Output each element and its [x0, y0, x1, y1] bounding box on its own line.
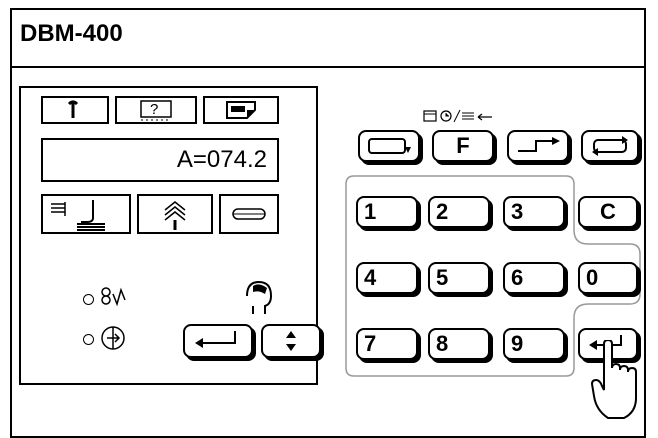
key-2[interactable]: 2	[428, 196, 490, 228]
control-panel: ? A=074.2	[19, 86, 321, 385]
key-6[interactable]: 6	[503, 262, 565, 294]
key-8[interactable]: 8	[428, 328, 490, 360]
up-down-icon	[286, 331, 296, 351]
key-0-label: 0	[586, 265, 599, 290]
print-button[interactable]	[203, 96, 279, 124]
key-7-label: 7	[364, 331, 377, 356]
clear-button[interactable]: C	[578, 196, 638, 228]
help-icon: ?	[140, 100, 172, 121]
function-label-icons	[423, 109, 492, 123]
key-3-label: 3	[511, 199, 524, 224]
load-icon	[368, 138, 411, 154]
cycle-icon	[592, 136, 628, 156]
key-6-label: 6	[511, 265, 524, 290]
panel-enter-button[interactable]	[183, 324, 253, 358]
clear-label: C	[600, 199, 616, 224]
key-1[interactable]: 1	[356, 196, 418, 228]
tree-button[interactable]	[137, 194, 213, 234]
pointing-hand-icon	[590, 340, 637, 419]
link-icon	[232, 208, 266, 220]
link-button[interactable]	[219, 194, 279, 234]
feed-stack-button[interactable]	[41, 194, 131, 234]
recipe-led	[83, 294, 94, 305]
key-4[interactable]: 4	[356, 262, 418, 294]
display-value: A=074.2	[176, 146, 267, 173]
key-4-label: 4	[364, 265, 377, 290]
wrench-button[interactable]	[41, 96, 109, 124]
up-down-button[interactable]	[261, 324, 321, 358]
key-9-label: 9	[511, 331, 524, 356]
key-2-label: 2	[436, 199, 449, 224]
feed-stack-icon	[51, 200, 105, 231]
f-label: F	[456, 133, 470, 158]
wrench-icon	[67, 100, 79, 118]
key-5-label: 5	[436, 265, 449, 290]
key-0[interactable]: 0	[578, 262, 638, 294]
flow-icon	[101, 287, 126, 307]
power-icon	[101, 326, 125, 350]
svg-text:?: ?	[150, 101, 158, 118]
device-title: DBM-400	[20, 20, 123, 47]
print-icon	[226, 101, 256, 119]
step-arrow-icon	[518, 137, 560, 152]
key-8-label: 8	[436, 331, 449, 356]
key-9[interactable]: 9	[503, 328, 565, 360]
key-7[interactable]: 7	[356, 328, 418, 360]
value-display: A=074.2	[41, 138, 279, 182]
tree-icon	[164, 201, 186, 230]
f-button[interactable]: F	[432, 130, 494, 162]
help-button[interactable]: ?	[115, 96, 197, 124]
key-1-label: 1	[364, 199, 377, 224]
enter-arrow-icon	[195, 331, 236, 348]
cycle-button[interactable]	[581, 130, 639, 162]
key-3[interactable]: 3	[503, 196, 565, 228]
next-button[interactable]	[507, 130, 569, 162]
key-5[interactable]: 5	[428, 262, 490, 294]
load-button[interactable]	[358, 130, 420, 162]
power-led	[83, 334, 94, 345]
operator-head-icon	[246, 280, 273, 314]
